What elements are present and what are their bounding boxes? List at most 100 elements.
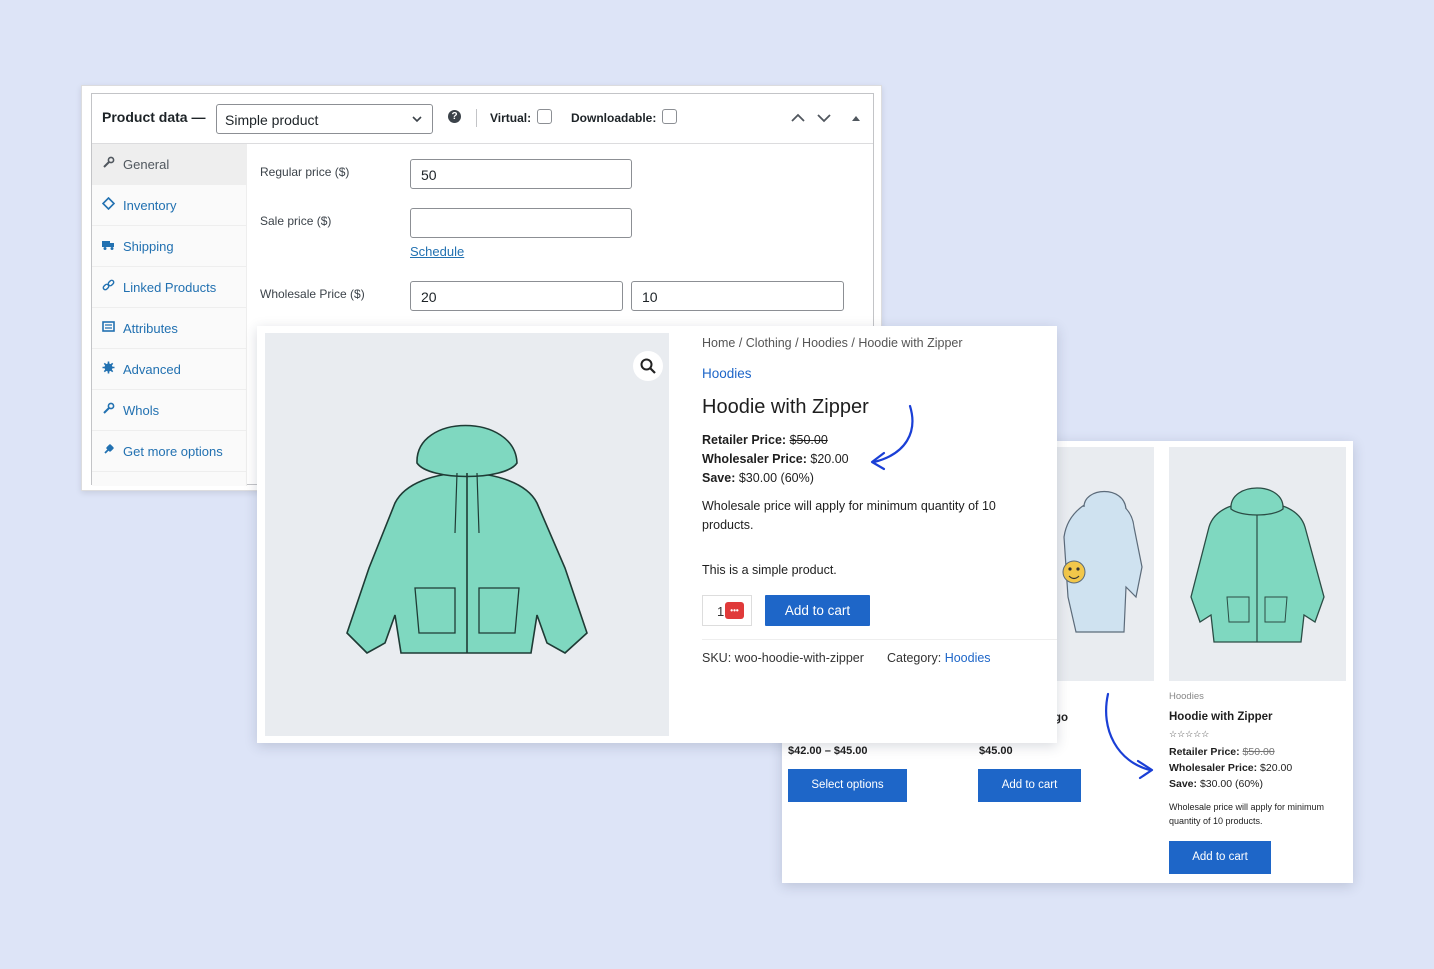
wholesaler-price-value: $20.00 — [1260, 762, 1293, 774]
tab-label: General — [123, 157, 170, 172]
plug-icon — [104, 444, 114, 454]
sku: SKU: woo-hoodie-with-zipper — [702, 651, 864, 665]
save-amount: Save: $30.00 (60%) — [702, 471, 814, 485]
single-product-card: Home / Clothing / Hoodies / Hoodie with … — [257, 326, 1057, 743]
tab-advanced[interactable]: Advanced — [92, 349, 247, 390]
tab-attributes[interactable]: Attributes — [92, 308, 247, 349]
gear-icon — [102, 361, 115, 374]
price: $45.00 — [979, 745, 1013, 757]
category-value-link[interactable]: Hoodies — [945, 651, 991, 665]
retailer-price: Retailer Price: $50.00 — [702, 433, 828, 447]
tab-label: Advanced — [123, 362, 181, 377]
annotation-arrow-shop — [1105, 692, 1154, 780]
quantity-value: 1 — [717, 604, 725, 619]
product-title: Hoodie with Zipper — [702, 396, 869, 418]
product-data-title: Product data — — [102, 109, 206, 125]
tab-shipping[interactable]: Shipping — [92, 226, 247, 267]
divider — [476, 109, 477, 127]
product-image-hoodie-with-zipper-small[interactable] — [1169, 447, 1346, 681]
product-data-tabs: General Inventory Shipping Linked Produc… — [92, 144, 247, 486]
regular-price-label: Regular price ($) — [260, 165, 350, 179]
list-icon — [102, 321, 115, 332]
wrench-icon — [103, 402, 115, 414]
wholesale-notice: Wholesale price will apply for minimum q… — [1169, 802, 1325, 826]
retailer-price-value: $50.00 — [789, 433, 828, 447]
retailer-price: Retailer Price: $50.00 — [1169, 746, 1275, 758]
retailer-price-label: Retailer Price: — [702, 433, 787, 447]
product-data-header: Product data — Simple product ? Virtual:… — [92, 94, 873, 144]
wholesale-notice: Wholesale price will apply for minimum q… — [702, 499, 996, 532]
tag-icon — [102, 197, 115, 210]
breadcrumb[interactable]: Home / Clothing / Hoodies / Hoodie with … — [702, 336, 963, 350]
tab-inventory[interactable]: Inventory — [92, 185, 247, 226]
short-description: This is a simple product. — [702, 563, 837, 577]
hoodie-logo-image — [1062, 490, 1143, 633]
add-to-cart-button[interactable]: Add to cart — [978, 769, 1081, 802]
password-manager-icon[interactable]: ••• — [725, 602, 744, 619]
wholesale-min-qty-input[interactable]: 10 — [631, 281, 844, 311]
tab-linked-products[interactable]: Linked Products — [92, 267, 247, 308]
save-amount: Save: $30.00 (60%) — [1169, 778, 1263, 790]
sale-price-input[interactable] — [410, 208, 632, 238]
downloadable-label: Downloadable: — [571, 111, 657, 125]
tab-label: Whols — [123, 403, 160, 418]
virtual-label: Virtual: — [490, 111, 532, 125]
category-label: Category: — [887, 651, 942, 665]
chevron-down-icon — [412, 116, 422, 123]
tab-general[interactable]: General — [92, 144, 247, 185]
wholesale-price-input[interactable]: 20 — [410, 281, 623, 311]
tab-label: Inventory — [123, 198, 177, 213]
retailer-price-value: $50.00 — [1242, 746, 1275, 758]
wholesale-price-label: Wholesale Price ($) — [260, 287, 365, 301]
sku-value: woo-hoodie-with-zipper — [734, 651, 864, 665]
wholesaler-price: Wholesaler Price: $20.00 — [702, 452, 849, 466]
product-title[interactable]: Hoodie with Zipper — [1169, 711, 1273, 723]
product-type-select[interactable]: Simple product — [216, 104, 433, 134]
zoom-button[interactable] — [633, 351, 663, 381]
sale-price-label: Sale price ($) — [260, 214, 332, 228]
wholesaler-price-label: Wholesaler Price: — [702, 452, 807, 466]
category-link[interactable]: Hoodies — [702, 366, 752, 381]
wholesaler-price-label: Wholesaler Price: — [1169, 762, 1258, 774]
price-range: $42.00 – $45.00 — [788, 745, 868, 757]
schedule-link[interactable]: Schedule — [410, 244, 464, 259]
search-icon — [640, 358, 656, 374]
save-label: Save: — [1169, 778, 1198, 790]
product-image-logo-hoodie[interactable] — [1054, 447, 1154, 681]
truck-icon — [102, 241, 114, 250]
product-gallery[interactable] — [265, 333, 669, 736]
collapse-triangle-icon[interactable] — [848, 111, 864, 125]
save-value: $30.00 (60%) — [738, 471, 814, 485]
product-category[interactable]: Hoodies — [1169, 691, 1204, 702]
product-category-meta: Category: Hoodies — [887, 651, 991, 665]
tab-label: Shipping — [123, 239, 174, 254]
link-icon — [102, 279, 115, 291]
tab-get-more-options[interactable]: Get more options — [92, 431, 247, 472]
sku-label: SKU: — [702, 651, 732, 665]
tab-whols[interactable]: Whols — [92, 390, 247, 431]
divider — [702, 639, 1057, 640]
help-icon[interactable]: ? — [448, 110, 461, 123]
move-up-icon[interactable] — [790, 111, 806, 125]
tab-label: Get more options — [123, 444, 223, 459]
save-value: $30.00 (60%) — [1199, 778, 1263, 790]
hoodie-image — [1190, 487, 1325, 643]
tab-label: Attributes — [123, 321, 178, 336]
virtual-checkbox[interactable] — [537, 109, 552, 124]
save-label: Save: — [702, 471, 736, 485]
product-type-value: Simple product — [225, 112, 319, 128]
regular-price-input[interactable]: 50 — [410, 159, 632, 189]
tab-label: Linked Products — [123, 280, 217, 295]
add-to-cart-button[interactable]: Add to cart — [765, 595, 870, 626]
add-to-cart-button[interactable]: Add to cart — [1169, 841, 1271, 874]
hoodie-image — [346, 424, 588, 654]
wholesaler-price: Wholesaler Price: $20.00 — [1169, 762, 1292, 774]
retailer-price-label: Retailer Price: — [1169, 746, 1240, 758]
quantity-input[interactable]: 1 ••• — [702, 595, 752, 626]
wrench-icon — [103, 156, 115, 168]
downloadable-checkbox[interactable] — [662, 109, 677, 124]
annotation-arrow-product — [870, 404, 914, 471]
wholesaler-price-value: $20.00 — [810, 452, 849, 466]
move-down-icon[interactable] — [816, 111, 832, 125]
select-options-button[interactable]: Select options — [788, 769, 907, 802]
